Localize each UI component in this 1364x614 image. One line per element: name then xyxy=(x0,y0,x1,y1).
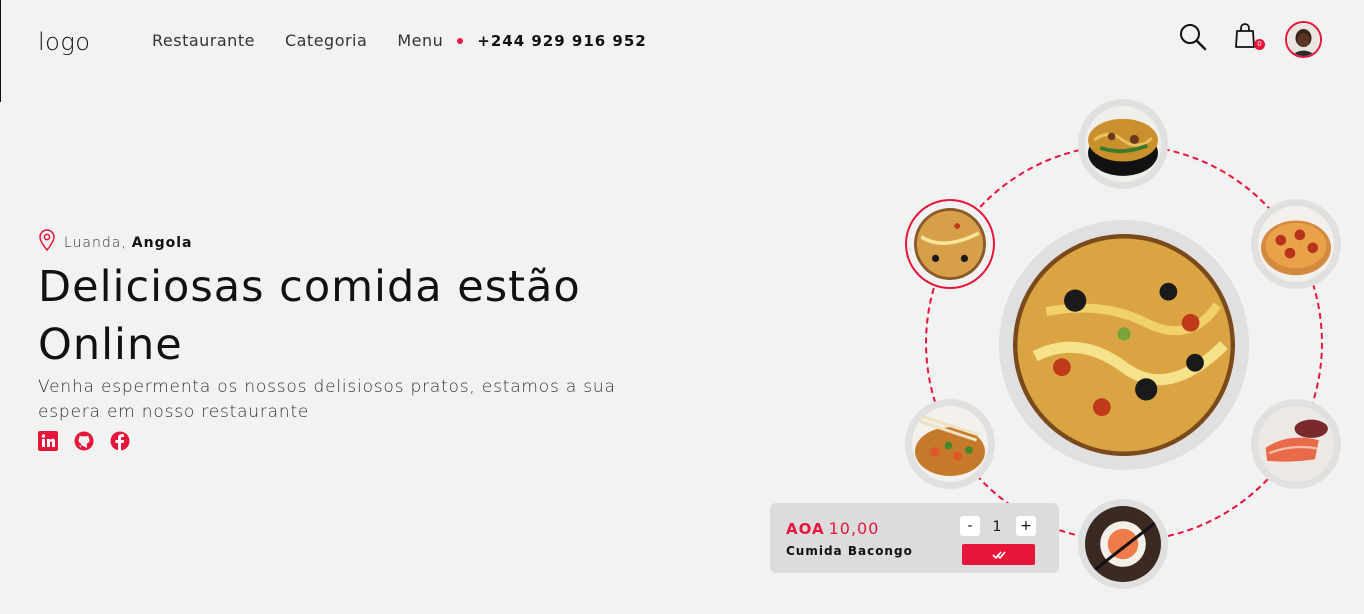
facebook-icon[interactable] xyxy=(110,431,130,451)
hero-title: Deliciosas comida estão Online xyxy=(38,262,581,370)
nav-separator-dot xyxy=(457,37,464,44)
shopping-bag-icon[interactable]: 0 xyxy=(1233,22,1265,52)
social-links xyxy=(38,431,130,451)
nav-item-menu[interactable]: Menu xyxy=(397,31,443,50)
logo[interactable]: logo xyxy=(38,28,90,56)
location-pin-icon xyxy=(38,229,58,252)
dish-thumb-stir-fry[interactable] xyxy=(905,399,995,489)
user-avatar[interactable] xyxy=(1285,21,1322,58)
product-name: Cumida Bacongo xyxy=(786,544,913,558)
quantity-decrease-button[interactable]: - xyxy=(960,516,980,536)
github-icon[interactable] xyxy=(74,431,94,451)
search-icon[interactable] xyxy=(1178,22,1208,52)
quantity-increase-button[interactable]: + xyxy=(1016,516,1036,536)
dish-thumb-salmon-roll[interactable] xyxy=(1078,499,1168,589)
double-check-icon xyxy=(991,545,1006,564)
dish-thumb-cheese-pizza[interactable] xyxy=(905,199,995,289)
phone-number[interactable]: +244 929 916 952 xyxy=(477,32,646,50)
add-to-cart-button[interactable] xyxy=(962,544,1035,565)
nav-item-restaurante[interactable]: Restaurante xyxy=(152,31,255,50)
quantity-value[interactable]: 1 xyxy=(982,516,1012,538)
dish-thumb-sashimi[interactable] xyxy=(1251,399,1341,489)
location-city: Luanda, xyxy=(64,235,127,251)
left-edge-line xyxy=(0,0,1,102)
main-nav: Restaurante Categoria Menu +244 929 916 … xyxy=(152,31,647,50)
cart-count-badge: 0 xyxy=(1254,39,1265,50)
location-country: Angola xyxy=(131,235,193,251)
product-price: AOA 10,00 xyxy=(786,519,879,538)
dish-thumb-noodles[interactable] xyxy=(1078,99,1168,189)
featured-dish-image xyxy=(999,220,1249,470)
location-line: Luanda, Angola xyxy=(38,229,193,252)
price-currency: AOA xyxy=(786,520,825,538)
product-card: AOA 10,00 Cumida Bacongo - + xyxy=(770,503,1059,573)
dish-thumb-pepperoni-pizza[interactable] xyxy=(1251,199,1341,289)
nav-item-categoria[interactable]: Categoria xyxy=(285,31,367,50)
price-value: 10,00 xyxy=(828,519,880,538)
linkedin-icon[interactable] xyxy=(38,431,58,451)
hero-subtitle: Venha espermenta os nossos delisiosos pr… xyxy=(38,377,616,422)
